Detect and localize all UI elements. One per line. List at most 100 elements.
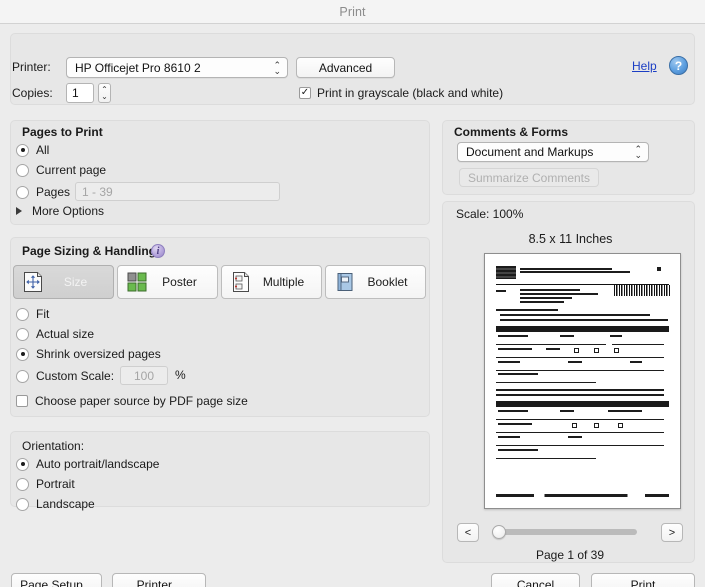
advanced-button[interactable]: Advanced	[296, 57, 395, 78]
preview-text-line	[498, 436, 520, 438]
printer-button[interactable]: Printer...	[112, 573, 206, 587]
radio-orientation-auto-label: Auto portrait/landscape	[36, 457, 160, 471]
preview-text-line	[496, 290, 506, 292]
preview-text-line	[520, 297, 572, 299]
page-slider-track[interactable]	[492, 529, 637, 535]
comments-and-forms-select[interactable]: Document and Markups ⌃ ⌄	[457, 142, 649, 162]
radio-sizing-fit-label: Fit	[36, 307, 50, 321]
custom-scale-placeholder: 100	[133, 368, 155, 383]
preview-field-line	[496, 431, 664, 433]
preview-text-line	[610, 335, 622, 337]
preview-text-line	[498, 348, 532, 350]
info-icon[interactable]: i	[151, 244, 165, 258]
booklet-icon	[334, 270, 356, 294]
radio-pages-current[interactable]: Current page	[16, 163, 106, 177]
radio-indicator[interactable]	[16, 327, 29, 341]
radio-sizing-shrink-oversized[interactable]: Shrink oversized pages	[16, 347, 161, 361]
radio-pages-range-label: Pages	[36, 185, 71, 199]
copies-stepper[interactable]: ⌃ ⌄	[98, 83, 111, 103]
next-page-button[interactable]: >	[661, 523, 683, 542]
preview-text-line	[568, 361, 582, 363]
preview-text-line	[498, 373, 538, 375]
radio-pages-all[interactable]: All	[16, 143, 49, 157]
page-sizing-mode-size[interactable]: Size	[13, 265, 114, 299]
help-link[interactable]: Help	[632, 59, 657, 73]
preview-text-line	[496, 309, 558, 311]
page-sizing-mode-poster[interactable]: Poster	[117, 265, 218, 299]
preview-text-line	[496, 394, 664, 396]
page-slider-thumb[interactable]	[492, 525, 506, 539]
radio-orientation-landscape[interactable]: Landscape	[16, 497, 95, 511]
more-options-disclosure[interactable]: More Options	[16, 204, 104, 218]
previous-page-button[interactable]: <	[457, 523, 479, 542]
radio-indicator[interactable]	[16, 497, 29, 511]
radio-orientation-landscape-label: Landscape	[36, 497, 95, 511]
radio-indicator[interactable]	[16, 143, 29, 157]
paper-source-checkbox[interactable]	[16, 395, 28, 407]
radio-indicator[interactable]	[16, 369, 29, 383]
radio-orientation-auto[interactable]: Auto portrait/landscape	[16, 457, 159, 471]
page-setup-button[interactable]: Page Setup...	[11, 573, 102, 587]
poster-tiles-icon	[126, 270, 148, 294]
preview-section-band	[496, 326, 669, 332]
preview-text-line	[498, 361, 520, 363]
preview-field-line	[496, 343, 606, 345]
preview-barcode-icon	[614, 285, 670, 296]
radio-indicator[interactable]	[16, 307, 29, 321]
page-sizing-title: Page Sizing & Handling	[22, 244, 157, 258]
paper-source-option[interactable]: Choose paper source by PDF page size	[16, 394, 248, 408]
preview-text-line	[496, 389, 664, 391]
cancel-button[interactable]: Cancel	[491, 573, 580, 587]
radio-indicator[interactable]	[16, 185, 29, 199]
more-options-label: More Options	[32, 204, 105, 218]
radio-orientation-portrait[interactable]: Portrait	[16, 477, 75, 491]
chevron-updown-icon: ⌃ ⌄	[273, 59, 281, 76]
preview-field-line	[496, 444, 664, 446]
printer-button-label: Printer...	[136, 577, 182, 587]
percent-label: %	[175, 368, 186, 382]
preview-header-lines	[520, 266, 630, 273]
print-button[interactable]: Print	[591, 573, 695, 587]
advanced-button-label: Advanced	[318, 60, 373, 75]
page-sizing-mode-booklet[interactable]: Booklet	[325, 265, 426, 299]
radio-sizing-shrink-oversized-label: Shrink oversized pages	[36, 347, 161, 361]
copies-input[interactable]: 1	[66, 83, 94, 103]
radio-orientation-portrait-label: Portrait	[36, 477, 75, 491]
radio-indicator[interactable]	[16, 347, 29, 361]
print-grayscale-option[interactable]: Print in grayscale (black and white)	[299, 86, 503, 100]
page-sizing-mode-booklet-label: Booklet	[367, 275, 408, 289]
radio-sizing-custom-scale[interactable]: Custom Scale:	[16, 369, 114, 383]
triangle-right-icon[interactable]	[16, 207, 22, 215]
preview-checkbox-icon	[618, 423, 623, 428]
help-icon[interactable]: ?	[669, 56, 688, 75]
radio-indicator[interactable]	[16, 477, 29, 491]
grayscale-label: Print in grayscale (black and white)	[317, 86, 504, 100]
radio-sizing-custom-scale-label: Custom Scale:	[36, 369, 115, 383]
radio-indicator[interactable]	[16, 163, 29, 177]
radio-indicator[interactable]	[16, 457, 29, 471]
stepper-down-icon[interactable]: ⌄	[101, 93, 108, 101]
page-indicator: Page 1 of 39	[535, 548, 605, 562]
page-setup-button-label: Page Setup...	[20, 577, 93, 587]
radio-pages-range[interactable]: Pages	[16, 185, 70, 199]
preview-text-line	[498, 335, 528, 337]
printer-select[interactable]: HP Officejet Pro 8610 2 ⌃ ⌄	[66, 57, 288, 78]
print-dialog: Printer: HP Officejet Pro 8610 2 ⌃ ⌄ Adva…	[0, 24, 705, 587]
preview-text-line	[520, 289, 580, 291]
radio-sizing-actual-size[interactable]: Actual size	[16, 327, 94, 341]
orientation-title: Orientation:	[22, 439, 85, 453]
preview-text-line	[608, 410, 642, 412]
grayscale-checkbox[interactable]	[299, 87, 311, 99]
cancel-button-label: Cancel	[516, 577, 555, 587]
radio-sizing-fit[interactable]: Fit	[16, 307, 49, 321]
pages-range-input[interactable]: 1 - 39	[75, 182, 280, 201]
preview-page-content	[490, 259, 675, 503]
page-sizing-mode-poster-label: Poster	[162, 275, 197, 289]
preview-text-line	[630, 361, 642, 363]
paper-size-label: 8.5 x 11 Inches	[528, 232, 613, 246]
custom-scale-input[interactable]: 100	[120, 366, 168, 385]
document-preview[interactable]	[484, 253, 681, 509]
preview-field-line	[496, 457, 596, 459]
copies-label: Copies:	[12, 86, 53, 100]
page-sizing-mode-multiple[interactable]: Multiple	[221, 265, 322, 299]
